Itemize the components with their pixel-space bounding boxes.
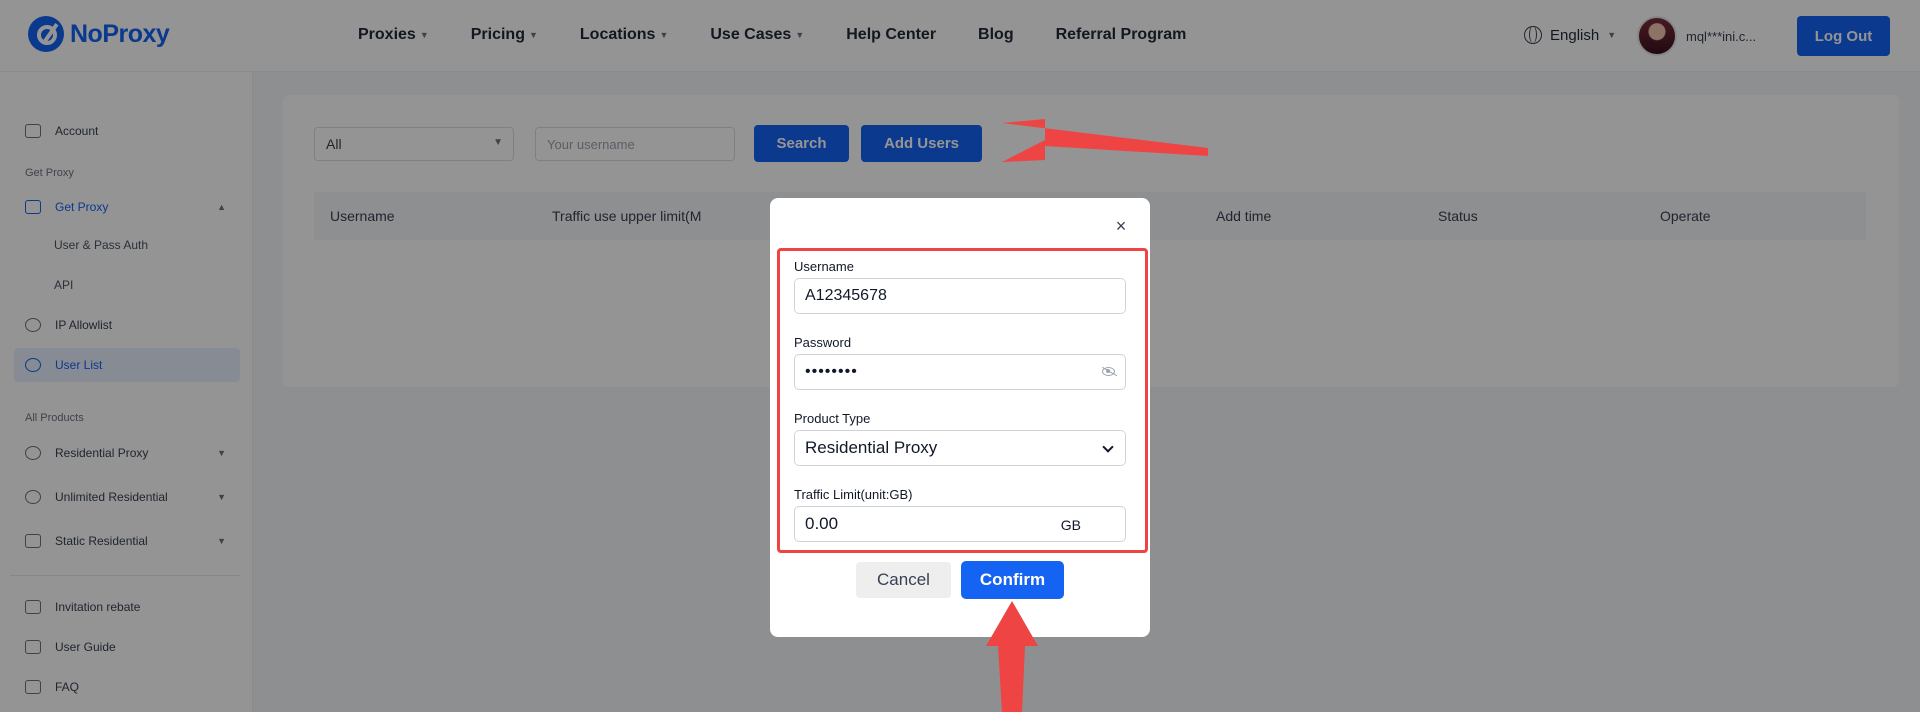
- cancel-button[interactable]: Cancel: [856, 562, 951, 598]
- close-icon[interactable]: ×: [1112, 217, 1130, 235]
- confirm-button[interactable]: Confirm: [961, 561, 1064, 599]
- form-highlight-annotation: [777, 248, 1148, 553]
